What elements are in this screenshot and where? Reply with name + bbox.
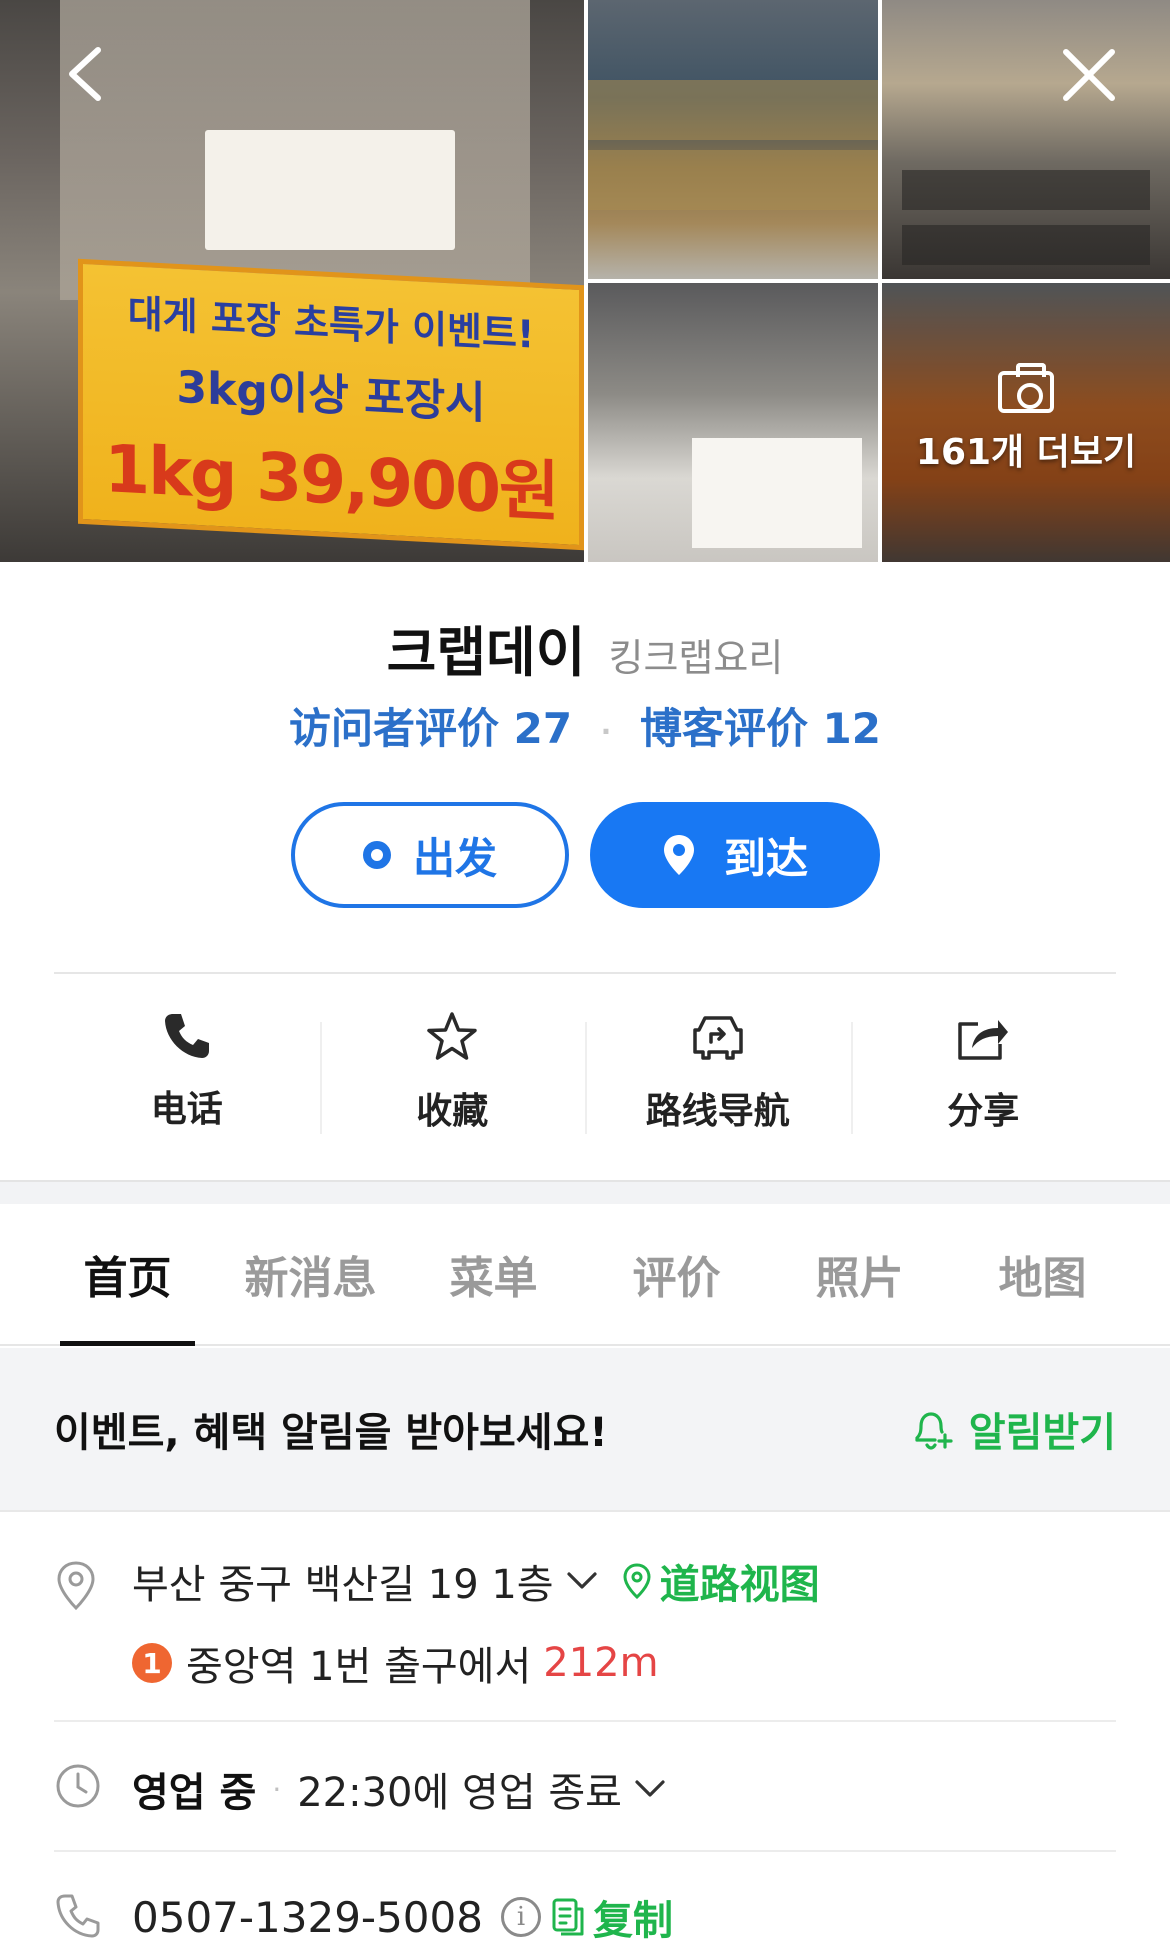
- depart-button[interactable]: 出发: [291, 802, 569, 908]
- more-photos-overlay[interactable]: 161개 더보기: [882, 283, 1170, 562]
- hours-status: 영업 중: [132, 1770, 257, 1816]
- star-icon: [427, 1012, 477, 1060]
- photo-gallery[interactable]: 대게 포장 초특가 이벤트! 3kg이상 포장시 1kg 39,900원 161…: [0, 0, 1170, 562]
- hours-close-time: 22:30에 영업 종료: [297, 1770, 622, 1816]
- bell-plus-icon: [915, 1412, 953, 1450]
- close-button[interactable]: [1058, 44, 1120, 106]
- chevron-down-icon[interactable]: [634, 1779, 666, 1799]
- phone-outline-icon: [56, 1894, 100, 1938]
- save-action[interactable]: 收藏: [319, 1000, 586, 1140]
- chevron-down-icon[interactable]: [566, 1571, 598, 1591]
- call-label: 电话: [150, 1089, 223, 1130]
- clock-icon: [56, 1764, 100, 1808]
- promo-banner: 대게 포장 초특가 이벤트! 3kg이상 포장시 1kg 39,900원: [78, 258, 584, 551]
- share-action[interactable]: 分享: [850, 1000, 1117, 1140]
- banner-line-3: 1kg 39,900원: [104, 430, 558, 531]
- tank-shelf: [588, 150, 878, 210]
- more-photos-label: 161개 더보기: [915, 431, 1137, 473]
- tab-home[interactable]: 首页: [36, 1204, 219, 1346]
- save-label: 收藏: [416, 1091, 489, 1132]
- location-pin-icon: [57, 1561, 95, 1611]
- address-text[interactable]: 부산 중구 백산길 19 1층: [132, 1552, 554, 1610]
- quick-actions: 电话 收藏 路线导航 分享: [54, 1000, 1116, 1140]
- visitor-reviews-link[interactable]: 访问者评价 27: [289, 704, 572, 753]
- origin-dot-icon: [362, 841, 391, 869]
- tab-menu[interactable]: 菜单: [402, 1204, 585, 1344]
- address-section: 부산 중구 백산길 19 1층 道路视图 1 중앙역 1번 출구에서 212m: [54, 1552, 1116, 1722]
- table-row-image: [902, 170, 1150, 210]
- address-line: 부산 중구 백산길 19 1층 道路视图: [132, 1552, 820, 1610]
- photo-dining-hall[interactable]: [882, 0, 1170, 279]
- window-sign: [692, 438, 862, 548]
- phone-section: 0507-1329-5008 i 复制: [54, 1852, 1116, 1956]
- banner-line-1: 대게 포장 초특가 이벤트!: [127, 291, 535, 357]
- notice-text: 이벤트, 혜택 알림을 받아보세요!: [54, 1410, 608, 1456]
- subway-text: 중앙역 1번 출구에서: [186, 1644, 532, 1690]
- tab-map[interactable]: 地图: [951, 1204, 1134, 1344]
- copy-button[interactable]: 复制: [551, 1888, 673, 1946]
- navigation-icon: [693, 1016, 743, 1060]
- map-pin-icon: [663, 835, 694, 875]
- event-notice: 이벤트, 혜택 알림을 받아보세요! 알림받기: [0, 1348, 1170, 1512]
- share-label: 分享: [947, 1091, 1020, 1132]
- road-view-button[interactable]: 道路视图: [622, 1552, 820, 1610]
- navigation-label: 路线导航: [645, 1091, 790, 1132]
- arrive-label: 到达: [723, 833, 808, 883]
- divider: [54, 972, 1116, 974]
- chevron-left-icon: [69, 47, 101, 101]
- subscribe-alert-button[interactable]: 알림받기: [909, 1400, 1116, 1458]
- review-separator: ·: [600, 715, 612, 748]
- phone-number[interactable]: 0507-1329-5008: [132, 1893, 483, 1942]
- depart-label: 出发: [412, 833, 497, 883]
- hours-separator: ·: [272, 1772, 282, 1806]
- arrive-button[interactable]: 到达: [590, 802, 880, 908]
- photo-entrance[interactable]: [588, 283, 878, 562]
- call-action[interactable]: 电话: [54, 1000, 320, 1140]
- subway-directions: 1 중앙역 1번 출구에서 212m: [132, 1634, 659, 1692]
- subway-distance: 212m: [543, 1640, 659, 1686]
- share-icon: [958, 1020, 1009, 1060]
- hours-section[interactable]: 영업 중 · 22:30에 영업 종료: [54, 1722, 1116, 1852]
- photo-tank[interactable]: [588, 0, 878, 279]
- tank-shelf: [588, 80, 878, 140]
- blog-reviews-link[interactable]: 博客评价 12: [640, 704, 881, 753]
- tab-news[interactable]: 新消息: [219, 1204, 402, 1344]
- copy-icon: [552, 1898, 584, 1936]
- place-name: 크랩데이: [386, 621, 586, 684]
- table-row-image: [902, 225, 1150, 265]
- navigation-action[interactable]: 路线导航: [585, 1000, 851, 1140]
- phone-icon: [164, 1014, 209, 1058]
- place-category: 킹크랩요리: [608, 636, 784, 680]
- copy-label: 复制: [592, 1898, 673, 1944]
- road-view-pin-icon: [623, 1563, 651, 1600]
- review-row: 访问者评价 27 · 博客评价 12: [0, 695, 1170, 756]
- tab-bar: 首页 新消息 菜单 评价 照片 地图: [0, 1204, 1170, 1346]
- phone-line: 0507-1329-5008 i 复制: [132, 1888, 673, 1946]
- camera-icon: [998, 362, 1054, 413]
- price-signboard: [205, 130, 455, 250]
- subway-line-badge: 1: [132, 1643, 172, 1683]
- subscribe-alert-label: 알림받기: [968, 1410, 1116, 1456]
- place-title-row: 크랩데이 킹크랩요리: [0, 608, 1170, 687]
- close-icon: [1063, 49, 1115, 101]
- tab-photos[interactable]: 照片: [768, 1204, 951, 1344]
- hours-line: 영업 중 · 22:30에 영업 종료: [132, 1760, 690, 1818]
- back-button[interactable]: [60, 44, 120, 104]
- road-view-label: 道路视图: [659, 1562, 820, 1608]
- tab-reviews[interactable]: 评价: [585, 1204, 768, 1344]
- section-separator: [0, 1180, 1170, 1204]
- info-icon[interactable]: i: [500, 1897, 541, 1937]
